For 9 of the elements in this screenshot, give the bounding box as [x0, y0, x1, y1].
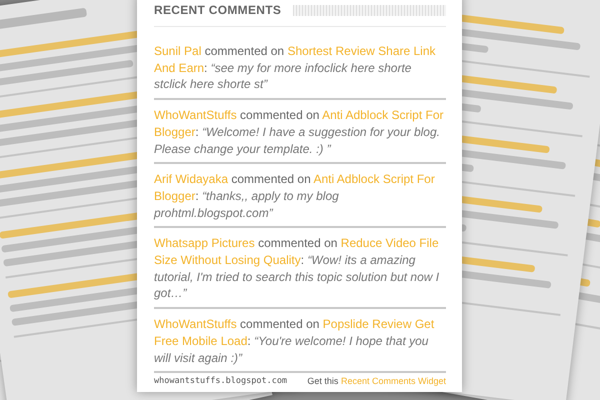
comment-text: Whatsapp Pictures commented on Reduce Video File Size Without Losing Quality: “Wow! its a amazing tutorial, I'm tried to search this topic solution but now I got…” — [154, 233, 446, 310]
widget-link[interactable]: Recent Comments Widget — [340, 376, 446, 386]
comment-text: Arif Widayaka commented on Anti Adblock Script For Blogger: “thanks,, apply to my blog prohtml.blogspot.com” — [154, 169, 446, 228]
comment-text: WhoWantStuffs commented on Anti Adblock Script For Blogger: “Welcome! I have a suggestion for your blog. Please change your template. :) ” — [154, 105, 446, 164]
site-address: whowantstuffs.blogspot.com — [154, 376, 288, 386]
get-widget-text: Get this Recent Comments Widget — [307, 376, 446, 386]
comment-text: Sunil Pal commented on Shortest Review Share Link And Earn: “see my for more infoclick here shorte stclick here shorte st” — [154, 41, 446, 100]
comment-text: WhoWantStuffs commented on Popslide Review Get Free Mobile Load: “You're welcome! I hope that you will visit again :)” — [154, 314, 446, 374]
widget-title: RECENT COMMENTS — [154, 3, 282, 17]
